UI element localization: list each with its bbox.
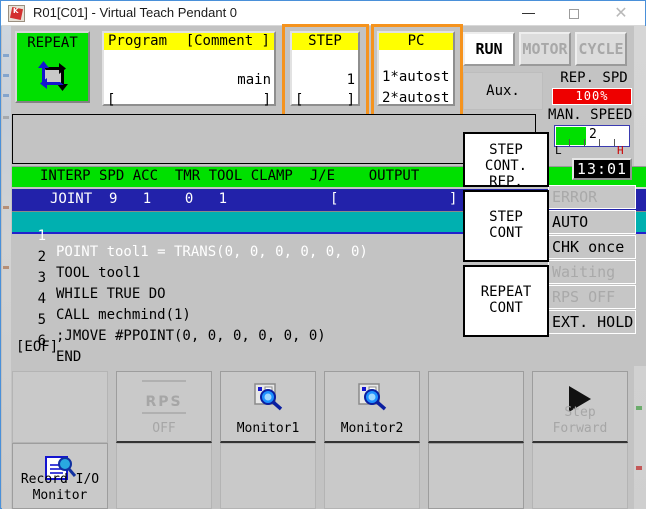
program-eof-marker: [EOF] xyxy=(16,339,58,355)
soft-key-monitor1[interactable]: Monitor1 xyxy=(220,371,316,443)
cycle-arrows-icon xyxy=(35,59,71,93)
status-waiting: Waiting xyxy=(548,260,636,284)
soft-key-step-forward[interactable]: StepForward xyxy=(532,371,628,443)
status-ext-hold: EXT. HOLD xyxy=(548,310,636,334)
title-bar: K R01[C01] - Virtual Teach Pendant 0 ✕ xyxy=(1,1,645,26)
soft-key-record-io-monitor[interactable]: Record I/OMonitor xyxy=(12,443,108,509)
soft-key-6-bottom[interactable] xyxy=(532,443,628,509)
rep-speed-value[interactable]: 100% xyxy=(552,88,632,105)
status-cycle-button[interactable]: CYCLE xyxy=(575,32,627,66)
annotation-rect-pc xyxy=(371,24,463,117)
soft-key-6-top-label: StepForward xyxy=(533,405,627,437)
program-header-label: Program xyxy=(108,33,167,50)
rps-icon: RPS xyxy=(117,394,211,410)
man-speed-label: MAN. SPEED xyxy=(548,107,640,123)
soft-key-2-top-label: OFF xyxy=(117,421,211,437)
soft-key-column-5 xyxy=(428,371,524,509)
program-comment-bracket-right: ] xyxy=(107,92,271,108)
left-background-strip xyxy=(2,26,11,509)
soft-key-1-top[interactable] xyxy=(12,371,108,443)
pendant-body: REPEAT Program [Comment ] main [ ] xyxy=(2,26,646,509)
rep-speed-label: REP. SPD xyxy=(552,70,636,86)
state-row-bracket-2: ] xyxy=(449,191,457,207)
soft-key-column-2: RPS OFF xyxy=(116,371,212,509)
monitor-search-icon xyxy=(355,382,389,412)
status-chk-once: CHK once xyxy=(548,235,636,259)
soft-key-5-top[interactable] xyxy=(428,371,524,443)
soft-key-2-bottom[interactable] xyxy=(116,443,212,509)
step-cont-line1: STEP xyxy=(465,209,547,225)
step-rep-cont-line1: STEP CONT. xyxy=(465,142,547,174)
maximize-button[interactable] xyxy=(552,1,598,25)
soft-key-3-top-label: Monitor1 xyxy=(221,421,315,437)
man-speed-high-label: H xyxy=(617,144,624,157)
close-icon: ✕ xyxy=(614,3,627,23)
soft-key-column-6: StepForward xyxy=(532,371,628,509)
monitor-search-icon xyxy=(251,382,285,412)
soft-key-4-top-label: Monitor2 xyxy=(325,421,419,437)
step-cont-line2: CONT xyxy=(465,225,547,241)
repeat-cont-line2: CONT xyxy=(465,300,547,316)
program-line-text: END xyxy=(56,349,81,365)
app-icon: K xyxy=(8,5,25,22)
clock-display: 13:01 xyxy=(572,158,632,180)
step-rep-cont-button[interactable]: STEP CONT. REP. CONT. xyxy=(463,132,549,187)
state-row-main: JOINT 9 1 0 1 xyxy=(50,191,227,207)
aux-button[interactable]: Aux. xyxy=(463,72,543,110)
soft-key-rps-off[interactable]: RPS OFF xyxy=(116,371,212,443)
man-speed-low-label: L xyxy=(555,144,562,157)
minimize-icon xyxy=(522,13,535,14)
soft-key-3-bottom[interactable] xyxy=(220,443,316,509)
soft-key-monitor2[interactable]: Monitor2 xyxy=(324,371,420,443)
status-run-button[interactable]: RUN xyxy=(463,32,515,66)
soft-key-5-bottom[interactable] xyxy=(428,443,524,509)
program-box-body: main [ ] xyxy=(104,50,274,104)
status-motor-button[interactable]: MOTOR xyxy=(519,32,571,66)
step-cont-button[interactable]: STEP CONT xyxy=(463,190,549,262)
minimize-button[interactable] xyxy=(506,1,552,25)
maximize-icon xyxy=(569,9,579,19)
soft-key-column-1: Record I/OMonitor xyxy=(12,371,108,509)
state-column-header-text: INTERP SPD ACC TMR TOOL CLAMP J/E OUTPUT xyxy=(40,168,419,184)
soft-key-column-3: Monitor1 xyxy=(220,371,316,509)
state-row-bracket-1: [ xyxy=(330,191,338,207)
repeat-cont-button[interactable]: REPEAT CONT xyxy=(463,265,549,337)
mode-repeat-button[interactable]: REPEAT xyxy=(15,31,90,103)
soft-key-1-bottom-label: Record I/OMonitor xyxy=(13,472,107,504)
soft-key-bar: Record I/OMonitor RPS OFF xyxy=(12,371,636,509)
soft-key-column-4: Monitor2 xyxy=(324,371,420,509)
teach-pendant-window: K R01[C01] - Virtual Teach Pendant 0 ✕ xyxy=(0,0,646,509)
status-rps-off: RPS OFF xyxy=(548,285,636,309)
soft-key-4-bottom[interactable] xyxy=(324,443,420,509)
status-auto: AUTO xyxy=(548,210,636,234)
annotation-rect-step xyxy=(282,24,369,117)
man-speed-fill xyxy=(556,127,586,145)
message-area: Lv2 xyxy=(12,114,536,164)
rps-top-line-icon xyxy=(142,380,186,382)
close-button[interactable]: ✕ xyxy=(598,1,644,25)
right-control-panel: RUN MOTOR CYCLE Aux. REP. SPD 100% MAN. … xyxy=(460,28,636,368)
program-box-header: Program [Comment ] xyxy=(104,33,274,50)
mode-repeat-label: REPEAT xyxy=(17,35,88,51)
repeat-cont-line1: REPEAT xyxy=(465,284,547,300)
status-error: ERROR xyxy=(548,185,636,209)
rps-bottom-line-icon xyxy=(142,412,186,414)
man-speed-value: 2 xyxy=(589,127,597,142)
program-name-value: main xyxy=(107,72,271,88)
comment-header-label: [Comment ] xyxy=(186,33,270,50)
program-box[interactable]: Program [Comment ] main [ ] xyxy=(102,31,276,106)
window-title: R01[C01] - Virtual Teach Pendant 0 xyxy=(33,5,237,20)
